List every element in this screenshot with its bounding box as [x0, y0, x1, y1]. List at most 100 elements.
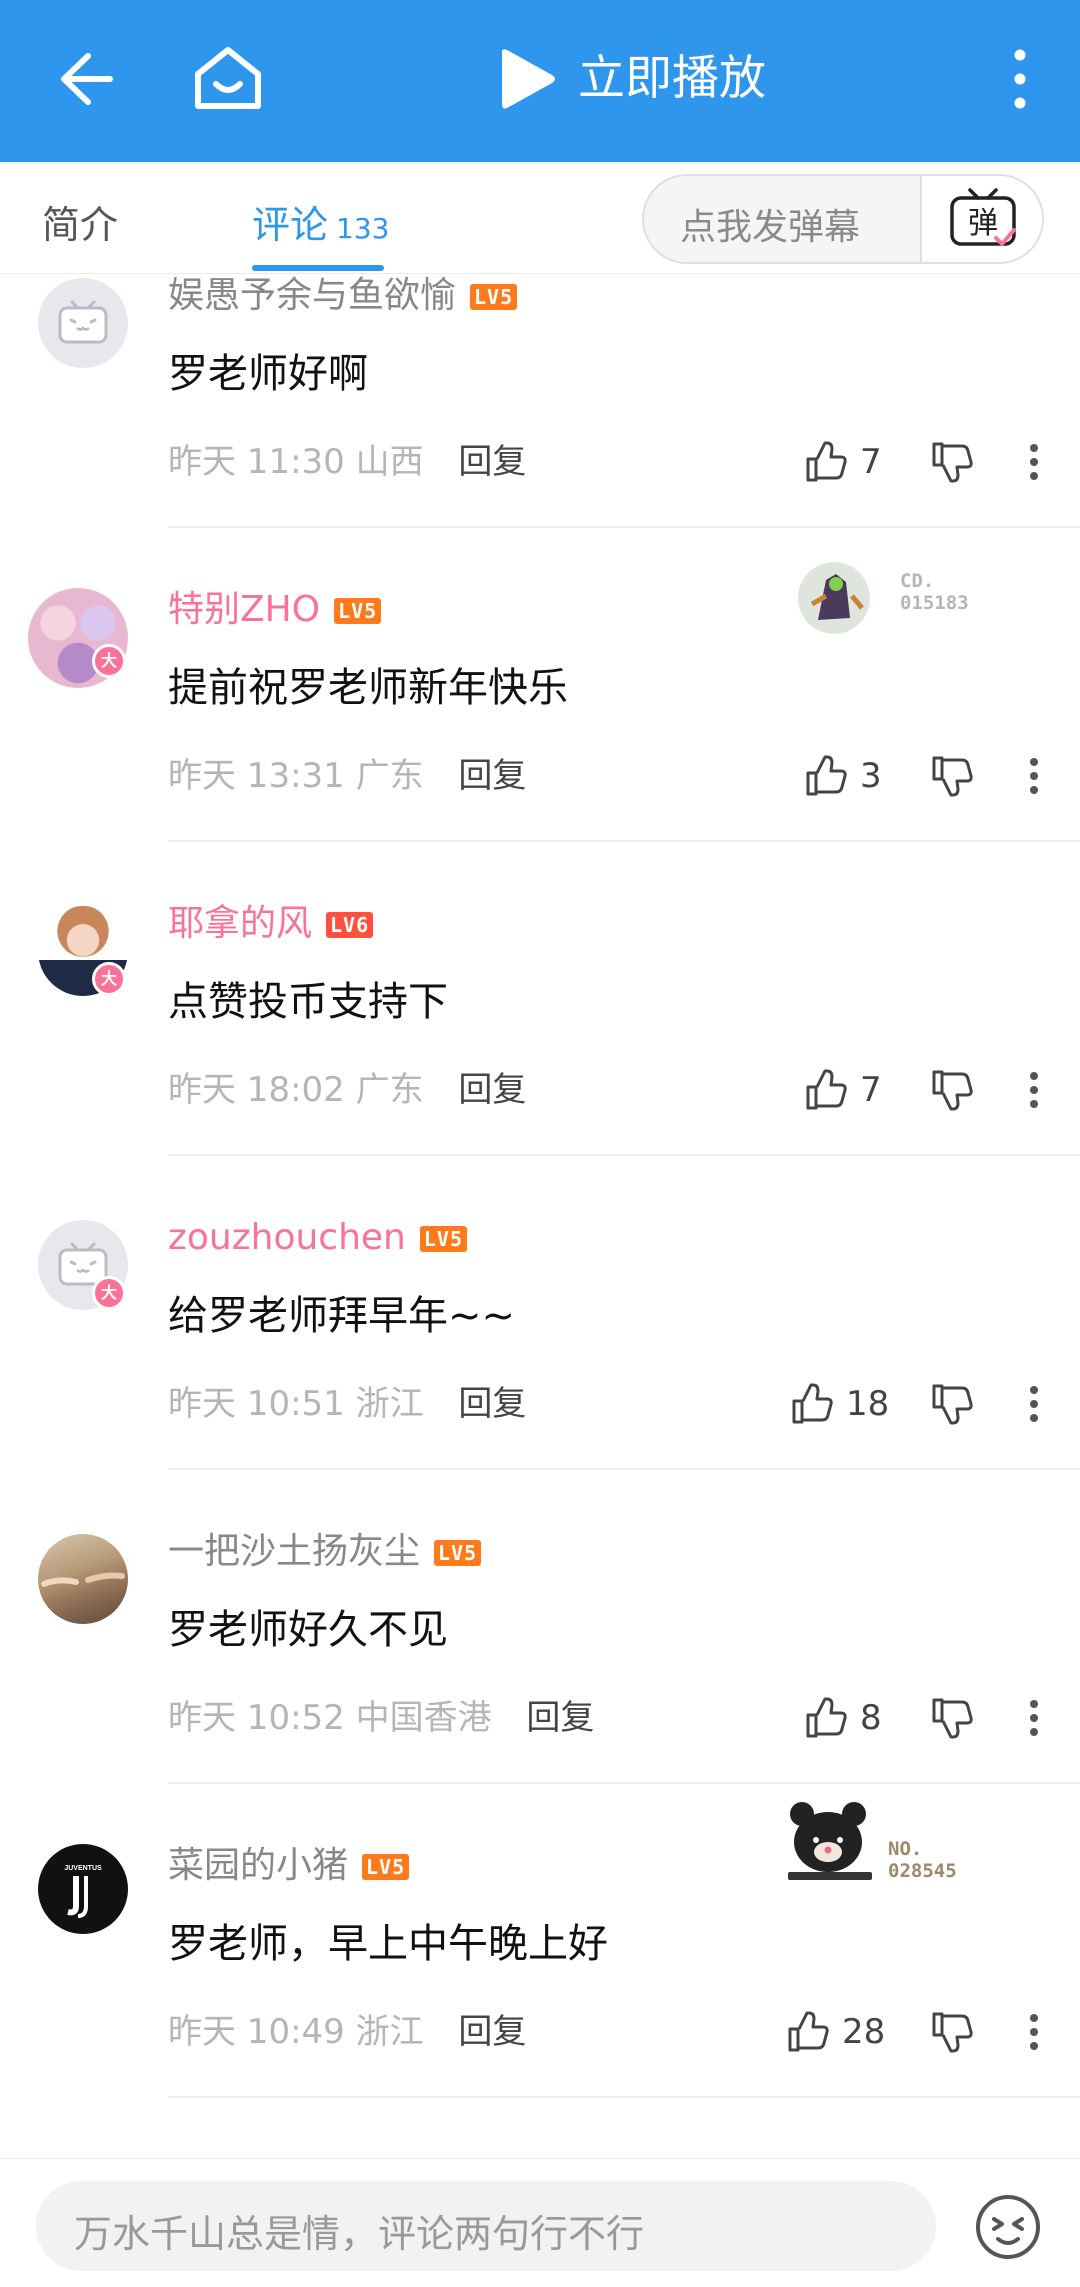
like-button[interactable]: 28 — [786, 2010, 885, 2054]
fan-badge-prefix: CD. — [900, 570, 935, 592]
fan-badge-bear-icon — [788, 1802, 872, 1880]
comment-text: 罗老师好久不见 — [168, 1607, 448, 1653]
comment-meta: 昨天 18:02 广东 回复 — [168, 1068, 526, 1112]
thumbs-up-icon — [788, 2011, 829, 2052]
thumbs-down-icon[interactable] — [930, 2010, 976, 2054]
username[interactable]: zouzhouchen LV5 — [168, 1216, 467, 1260]
more-options-icon[interactable] — [1026, 1696, 1042, 1740]
more-options-icon[interactable] — [1026, 754, 1042, 798]
username-text: 耶拿的风 — [168, 903, 313, 944]
top-bar: 立即播放 — [0, 0, 1080, 162]
thumbs-up-icon — [806, 1697, 847, 1738]
tab-comments-count: 133 — [336, 212, 390, 245]
back-arrow-icon[interactable] — [52, 46, 118, 112]
comment-location: 山西 — [355, 442, 424, 482]
username[interactable]: 一把沙土扬灰尘 LV5 — [168, 1530, 482, 1574]
play-now-label[interactable]: 立即播放 — [578, 46, 766, 112]
comment-divider — [168, 526, 1080, 528]
fan-badge[interactable]: CD. 015183 — [796, 560, 996, 640]
danmaku-tv-icon: 弹 — [950, 188, 1016, 246]
avatar[interactable]: JUVENTUS — [38, 1844, 128, 1934]
comment-input-bar: 万水千山总是情，评论两句行不行 — [0, 2158, 1080, 2287]
fan-badge[interactable]: NO. 028545 — [780, 1796, 1000, 1892]
comment-text: 提前祝罗老师新年快乐 — [168, 665, 568, 711]
thumbs-down-icon[interactable] — [930, 440, 976, 484]
comment-meta: 昨天 10:49 浙江 回复 — [168, 2010, 526, 2054]
reply-button[interactable]: 回复 — [458, 1384, 526, 1424]
thumbs-up-icon — [806, 755, 847, 796]
comment-meta: 昨天 10:52 中国香港 回复 — [168, 1696, 594, 1740]
username[interactable]: 耶拿的风 LV6 — [168, 902, 374, 946]
avatar[interactable] — [38, 278, 128, 368]
juventus-logo-avatar: JUVENTUS — [64, 1865, 102, 1918]
reply-button[interactable]: 回复 — [458, 756, 526, 796]
thumbs-down-icon[interactable] — [930, 754, 976, 798]
more-options-icon[interactable] — [1026, 2010, 1042, 2054]
like-count: 8 — [860, 1698, 882, 1738]
like-button[interactable]: 18 — [790, 1382, 889, 1426]
comment-meta: 昨天 10:51 浙江 回复 — [168, 1382, 526, 1426]
reply-button[interactable]: 回复 — [458, 1070, 526, 1110]
level-badge: LV5 — [470, 284, 518, 310]
like-count: 18 — [846, 1384, 890, 1424]
comment-location: 广东 — [355, 756, 424, 796]
comment-time: 昨天 10:51 — [168, 1384, 345, 1424]
thumbs-down-icon[interactable] — [930, 1068, 976, 1112]
username[interactable]: 菜园的小猪 LV5 — [168, 1844, 410, 1888]
comment-input[interactable]: 万水千山总是情，评论两句行不行 — [36, 2181, 936, 2271]
thumbs-up-icon — [806, 1069, 847, 1110]
play-icon[interactable] — [496, 46, 558, 112]
comment-text: 点赞投币支持下 — [168, 979, 448, 1025]
like-button[interactable]: 3 — [804, 754, 882, 798]
tab-intro[interactable]: 简介 — [42, 194, 118, 249]
tab-comments[interactable]: 评论 133 — [252, 194, 389, 249]
comment-location: 中国香港 — [355, 1698, 492, 1738]
comment-location: 广东 — [355, 1070, 424, 1110]
default-tv-avatar-icon — [58, 300, 108, 344]
avatar[interactable] — [38, 1534, 128, 1624]
like-button[interactable]: 8 — [804, 1696, 882, 1740]
like-button[interactable]: 7 — [804, 1068, 882, 1112]
fan-badge-prefix: NO. — [888, 1838, 923, 1860]
home-icon[interactable] — [190, 40, 266, 116]
reply-button[interactable]: 回复 — [458, 2012, 526, 2052]
like-count: 7 — [860, 442, 882, 482]
tab-bar: 简介 评论 133 点我发弹幕 弹 — [0, 162, 1080, 274]
like-count: 3 — [860, 756, 882, 796]
thumbs-down-icon[interactable] — [930, 1382, 976, 1426]
username[interactable]: 娱愚予余与鱼欲愉 LV5 — [168, 274, 518, 318]
comment-location: 浙江 — [355, 2012, 424, 2052]
level-badge: LV6 — [326, 912, 374, 938]
fan-badge-number: 015183 — [900, 592, 969, 614]
reply-button[interactable]: 回复 — [526, 1698, 594, 1738]
more-vertical-icon[interactable] — [1002, 46, 1038, 112]
comment-divider — [168, 840, 1080, 842]
danmaku-input[interactable]: 点我发弹幕 弹 — [642, 174, 1044, 264]
tab-comments-label: 评论 — [252, 203, 329, 247]
like-count: 7 — [860, 1070, 882, 1110]
emoji-icon[interactable] — [974, 2193, 1042, 2261]
like-button[interactable]: 7 — [804, 440, 882, 484]
thumbs-up-icon — [806, 441, 847, 482]
more-options-icon[interactable] — [1026, 1068, 1042, 1112]
danmaku-toggle-button[interactable]: 弹 — [920, 176, 1042, 262]
username-text: 娱愚予余与鱼欲愉 — [168, 275, 457, 316]
comment-location: 浙江 — [355, 1384, 424, 1424]
comment-text: 罗老师好啊 — [168, 351, 368, 397]
comment-time: 昨天 10:49 — [168, 2012, 345, 2052]
level-badge: LV5 — [334, 598, 382, 624]
username[interactable]: 特别ZHO LV5 — [168, 588, 382, 632]
more-options-icon[interactable] — [1026, 1382, 1042, 1426]
active-tab-indicator — [252, 265, 384, 271]
more-options-icon[interactable] — [1026, 440, 1042, 484]
vip-badge: 大 — [92, 1276, 126, 1310]
comment-time: 昨天 11:30 — [168, 442, 345, 482]
username-text: zouzhouchen — [168, 1217, 406, 1258]
comment-divider — [168, 1468, 1080, 1470]
thumbs-down-icon[interactable] — [930, 1696, 976, 1740]
reply-button[interactable]: 回复 — [458, 442, 526, 482]
comment-time: 昨天 18:02 — [168, 1070, 345, 1110]
comment-divider — [168, 1154, 1080, 1156]
username-text: 菜园的小猪 — [168, 1845, 349, 1886]
fan-badge-number: 028545 — [888, 1860, 957, 1882]
